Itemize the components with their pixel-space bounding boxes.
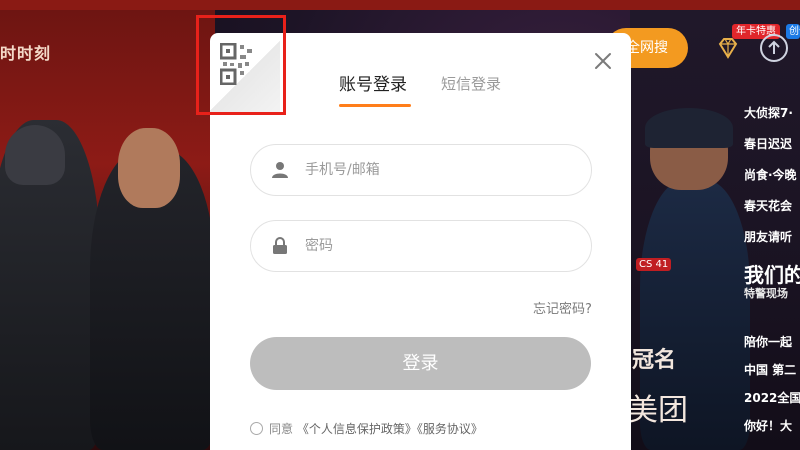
tab-account-login[interactable]: 账号登录 [339,70,407,95]
left-banner-text: 时时刻 [0,44,52,63]
list-item[interactable]: 尚食·今晚 [744,166,800,197]
right-recommend-list: 大侦探7· 春日迟迟 尚食·今晚 春天花会 朋友请听 我们的 特警现场 [744,104,800,323]
top-bar [0,0,800,10]
lock-icon [273,237,287,254]
highlight-frame [196,15,286,115]
privacy-policy-link[interactable]: 《个人信息保护政策》 [297,422,417,436]
figure-right-helmet [645,108,733,148]
upload-icon[interactable] [760,34,788,62]
list-item[interactable]: 春天花会 [744,197,800,228]
agree-prefix: 同意 [269,422,294,436]
sponsor-text: 冠名 [632,348,677,373]
list-item[interactable]: 2022全国 [744,389,800,417]
right-recommend-list-2: 陪你一起 中国 第二 2022全国 你好！大 [744,333,800,445]
list-item[interactable]: 春日迟迟 [744,135,800,166]
figure-left-head [5,125,65,185]
list-item[interactable]: 中国 第二 [744,361,800,389]
tab-sms-login[interactable]: 短信登录 [441,73,501,94]
list-item[interactable]: 你好！大 [744,417,800,445]
close-icon[interactable] [592,50,614,72]
list-item[interactable]: 大侦探7· [744,104,800,135]
right-subline: 特警现场 [744,287,788,300]
service-agreement-link[interactable]: 《服务协议》 [417,422,483,436]
password-field[interactable] [250,220,592,272]
diamond-icon[interactable] [716,36,740,60]
agreement-row: 同意 《个人信息保护政策》《服务协议》 [250,420,483,436]
sponsor-brand: 美团 [628,393,688,428]
new-tag: 创作 [786,24,800,39]
username-input[interactable] [305,145,575,195]
figure-center-head [118,128,180,208]
user-icon [272,162,288,178]
agree-radio[interactable] [250,422,263,435]
username-field[interactable] [250,144,592,196]
right-headline[interactable]: 我们的 [744,259,800,287]
uniform-badge: CS 41 [636,258,672,271]
password-input[interactable] [305,221,575,271]
login-button[interactable]: 登录 [250,337,591,390]
list-item[interactable]: 朋友请听 [744,228,800,259]
active-tab-indicator [339,104,411,107]
forgot-password-link[interactable]: 忘记密码? [533,298,592,317]
list-item[interactable]: 陪你一起 [744,333,800,361]
